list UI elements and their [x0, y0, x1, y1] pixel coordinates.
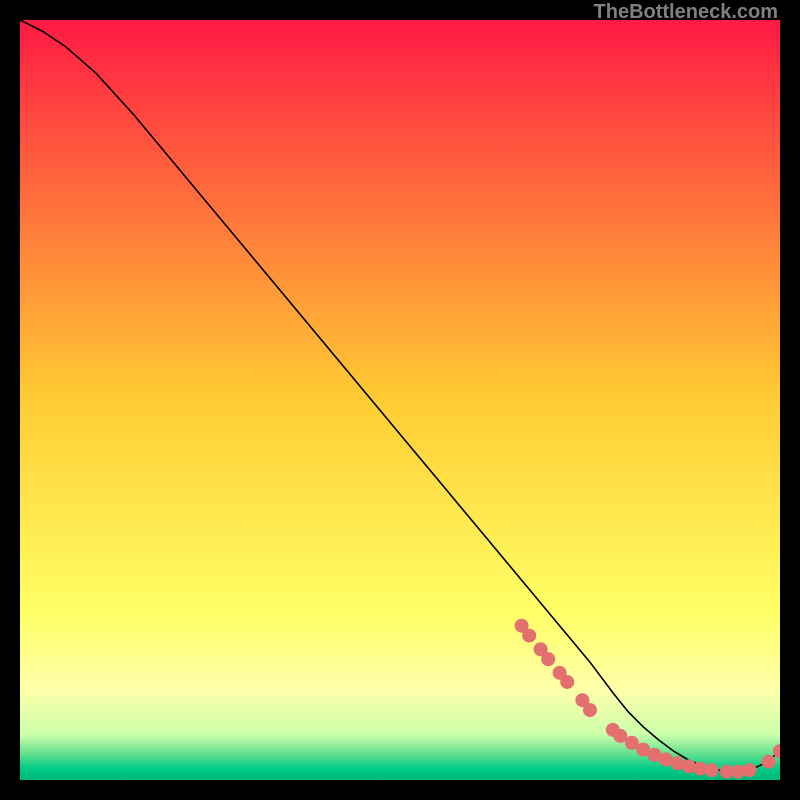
data-marker — [743, 763, 757, 777]
chart-svg — [20, 20, 780, 780]
data-marker — [583, 703, 597, 717]
data-marker — [541, 652, 555, 666]
data-marker — [762, 755, 776, 769]
chart-area — [20, 20, 780, 780]
gradient-background — [20, 20, 780, 780]
data-marker — [705, 763, 719, 777]
data-marker — [522, 629, 536, 643]
data-marker — [560, 675, 574, 689]
